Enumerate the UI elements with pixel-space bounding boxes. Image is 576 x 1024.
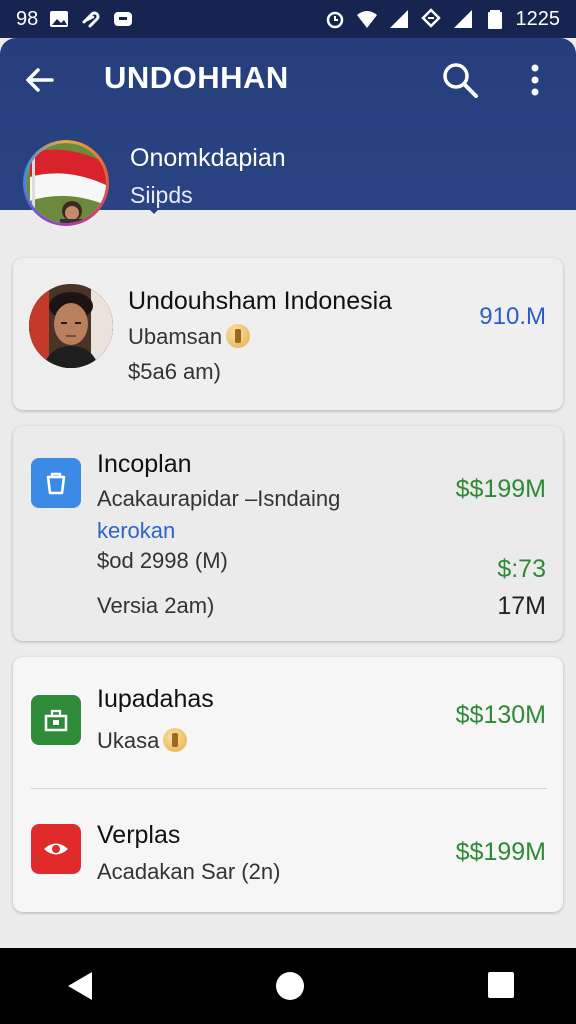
account-subtitle-text: Ubamsan: [128, 324, 223, 349]
shopping-basket-icon: [31, 695, 81, 745]
flag-avatar-image: [26, 143, 106, 223]
list-item-amount: $$199M: [455, 838, 546, 866]
signal-icon: [388, 8, 410, 30]
profile-caret: [148, 208, 160, 214]
status-bar-left: 98: [16, 8, 134, 31]
transaction-meta: $od 2998 (M): [97, 548, 228, 573]
wifi-icon: [356, 8, 378, 30]
message-icon: [112, 8, 134, 30]
search-icon[interactable]: [440, 60, 480, 100]
arrow-left-icon[interactable]: [22, 62, 58, 98]
status-left-text: 98: [16, 7, 39, 30]
more-vert-icon[interactable]: [520, 62, 550, 98]
transaction-subtitle: Acakaurapidar –Isndaing: [97, 486, 341, 511]
profile-subtitle: Siipds: [130, 182, 193, 208]
transaction-amount: $$199M: [455, 475, 546, 503]
image-icon: [48, 8, 70, 30]
alarm-icon: [324, 8, 346, 30]
navigation-bar: [0, 948, 576, 1024]
list-item-name: Verplas: [97, 821, 181, 849]
nav-home-icon[interactable]: [276, 972, 304, 1000]
status-time: 1225: [515, 7, 561, 30]
coin-icon: [163, 728, 188, 752]
page-title: UNDOHHAN: [104, 60, 289, 95]
list-item-subtitle-text: Ukasa: [97, 728, 160, 753]
transaction-amount-secondary: $:73: [497, 555, 546, 583]
transaction-amount-total: 17M: [497, 592, 546, 620]
account-name: Undouhsham Indonesia: [128, 287, 393, 315]
shopping-bag-icon: [31, 458, 81, 508]
status-bar-right: 1225: [324, 7, 561, 31]
profile-name: Onomkdapian: [130, 144, 286, 172]
nav-recent-icon[interactable]: [488, 972, 514, 998]
avatar: [29, 284, 113, 368]
battery-icon: [484, 8, 506, 30]
account-card[interactable]: Undouhsham Indonesia Ubamsan $5a6 am) 91…: [13, 258, 563, 410]
list-card: Iupadahas Ukasa $$130M Verplas Acadakan …: [13, 657, 563, 912]
transaction-name: Incoplan: [97, 450, 192, 478]
coin-icon: [226, 324, 251, 348]
signal-icon-2: [452, 8, 474, 30]
list-item-subtitle: Acadakan Sar (2n): [97, 859, 281, 884]
account-subtitle: Ubamsan: [128, 324, 251, 350]
account-meta: $5a6 am): [128, 359, 221, 384]
transaction-link[interactable]: kerokan: [97, 518, 175, 544]
transaction-version: Versia 2am): [97, 593, 215, 618]
nav-back-icon[interactable]: [66, 970, 94, 1002]
account-amount: 910.M: [479, 303, 546, 330]
transaction-card[interactable]: Incoplan Acakaurapidar –Isndaing kerokan…: [13, 426, 563, 641]
link-icon: [80, 8, 102, 30]
list-item-amount: $$130M: [455, 701, 546, 729]
profile-avatar[interactable]: [23, 140, 109, 226]
list-item-name: Iupadahas: [97, 685, 214, 713]
data-icon: [420, 8, 442, 30]
status-bar: 98 1225: [0, 0, 576, 38]
eye-icon: [31, 824, 81, 874]
divider: [31, 788, 547, 789]
list-item-subtitle: Ukasa: [97, 728, 188, 754]
